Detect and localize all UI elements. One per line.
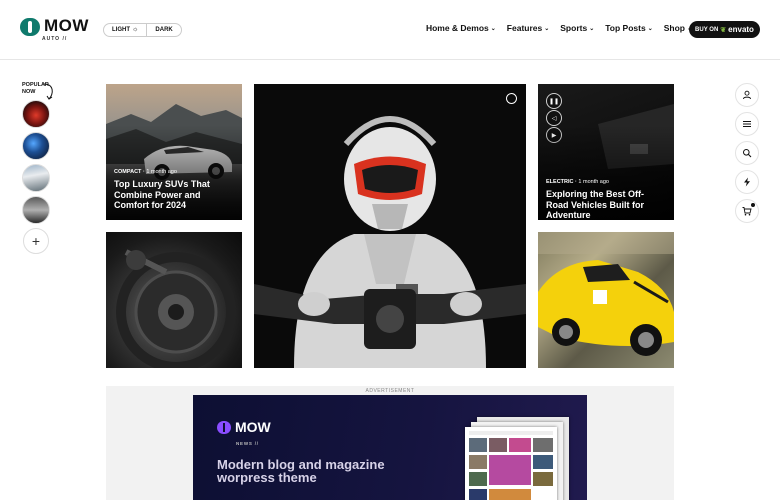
nav-item-features[interactable]: Features ⌄ <box>507 23 549 33</box>
nav-item-sports[interactable]: Sports ⌄ <box>560 23 594 33</box>
slide-indicator-icon[interactable] <box>506 93 517 104</box>
post-category[interactable]: COMPACT <box>114 169 141 175</box>
nav-item-top-posts[interactable]: Top Posts ⌄ <box>605 23 653 33</box>
cart-icon <box>742 207 752 216</box>
ad-logo-mark-icon <box>217 420 231 434</box>
post-date: 1 month ago <box>146 169 177 175</box>
main-nav: Home & Demos ⌄ Features ⌄ Sports ⌄ Top Post… <box>426 23 692 33</box>
curved-arrow-icon <box>43 83 53 100</box>
trending-button[interactable] <box>735 170 759 194</box>
logo-subtitle: AUTO // <box>42 36 68 42</box>
logo-mark-icon <box>20 18 40 36</box>
popular-thumb[interactable] <box>22 164 50 192</box>
post-card[interactable]: COMPACT · 1 month ago Top Luxury SUVs Th… <box>106 84 242 220</box>
popular-thumb[interactable] <box>22 132 50 160</box>
pause-button[interactable]: ❚❚ <box>546 93 562 109</box>
account-button[interactable] <box>735 83 759 107</box>
post-date: 1 month ago <box>578 179 609 185</box>
logo-text: MOW <box>44 16 89 35</box>
post-title[interactable]: Top Luxury SUVs That Combine Power and C… <box>114 179 232 211</box>
menu-icon <box>743 121 751 127</box>
post-title[interactable]: Exploring the Best Off-Road Vehicles Bui… <box>546 189 664 220</box>
speaker-icon: ◁ <box>551 115 557 122</box>
right-icon-rail <box>735 83 759 228</box>
cart-badge <box>751 203 755 207</box>
ad-website-mockup-image <box>463 417 573 500</box>
popular-thumb[interactable] <box>22 100 50 128</box>
post-card[interactable] <box>538 232 674 368</box>
sun-icon: ☼ <box>132 26 139 33</box>
site-header: MOW AUTO // LIGHT ☼ DARK Home & Demos ⌄ Fe… <box>0 0 780 60</box>
user-icon <box>743 90 751 100</box>
yellow-race-car-image <box>538 232 674 356</box>
color-mode-toggle[interactable]: LIGHT ☼ DARK <box>103 23 182 37</box>
nav-item-shop[interactable]: Shop⌄ <box>664 23 692 33</box>
advertisement-banner[interactable]: MOW NEWS // Modern blog and magazine wor… <box>193 395 587 500</box>
featured-post-card[interactable] <box>254 84 526 368</box>
menu-button[interactable] <box>735 112 759 136</box>
chevron-down-icon: ⌄ <box>490 25 496 32</box>
plus-icon: + <box>31 233 41 249</box>
post-meta: COMPACT · 1 month ago <box>114 169 177 175</box>
motorcycle-rider-image <box>254 116 526 368</box>
post-card[interactable] <box>106 232 242 368</box>
pause-icon: ❚❚ <box>548 98 560 105</box>
search-button[interactable] <box>735 141 759 165</box>
buy-on-envato-button[interactable]: BUY ON ❦ envato <box>689 21 760 38</box>
ad-logo: MOW <box>217 419 271 435</box>
envato-leaf-icon: ❦ <box>720 26 727 34</box>
search-icon <box>743 149 752 158</box>
ad-headline: Modern blog and magazine worpress theme <box>217 457 385 485</box>
dark-mode-option[interactable]: DARK <box>147 24 180 36</box>
add-popular-button[interactable]: + <box>23 228 49 254</box>
site-logo[interactable]: MOW AUTO // <box>20 16 89 42</box>
light-mode-option[interactable]: LIGHT ☼ <box>104 24 148 36</box>
chevron-down-icon: ⌄ <box>544 25 550 32</box>
bolt-icon <box>744 177 750 187</box>
wheel-rim-image <box>116 249 236 368</box>
advertisement-area: ADVERTISEMENT MOW NEWS // Modern blog an… <box>106 386 674 500</box>
chevron-down-icon: ⌄ <box>647 25 653 32</box>
nav-item-home-demos[interactable]: Home & Demos ⌄ <box>426 23 496 33</box>
popular-thumb[interactable] <box>22 196 50 224</box>
post-card[interactable]: ❚❚ ◁ ▶ ELECTRIC · 1 month ago Exploring … <box>538 84 674 220</box>
cart-button[interactable] <box>735 199 759 223</box>
post-meta: ELECTRIC · 1 month ago <box>546 179 609 185</box>
popular-now-rail: POPULAR NOW + <box>22 82 53 254</box>
post-category[interactable]: ELECTRIC <box>546 179 574 185</box>
chevron-down-icon: ⌄ <box>589 25 595 32</box>
advertisement-label: ADVERTISEMENT <box>365 388 415 394</box>
ad-logo-subtitle: NEWS // <box>236 441 259 446</box>
mute-button[interactable]: ◁ <box>546 110 562 126</box>
